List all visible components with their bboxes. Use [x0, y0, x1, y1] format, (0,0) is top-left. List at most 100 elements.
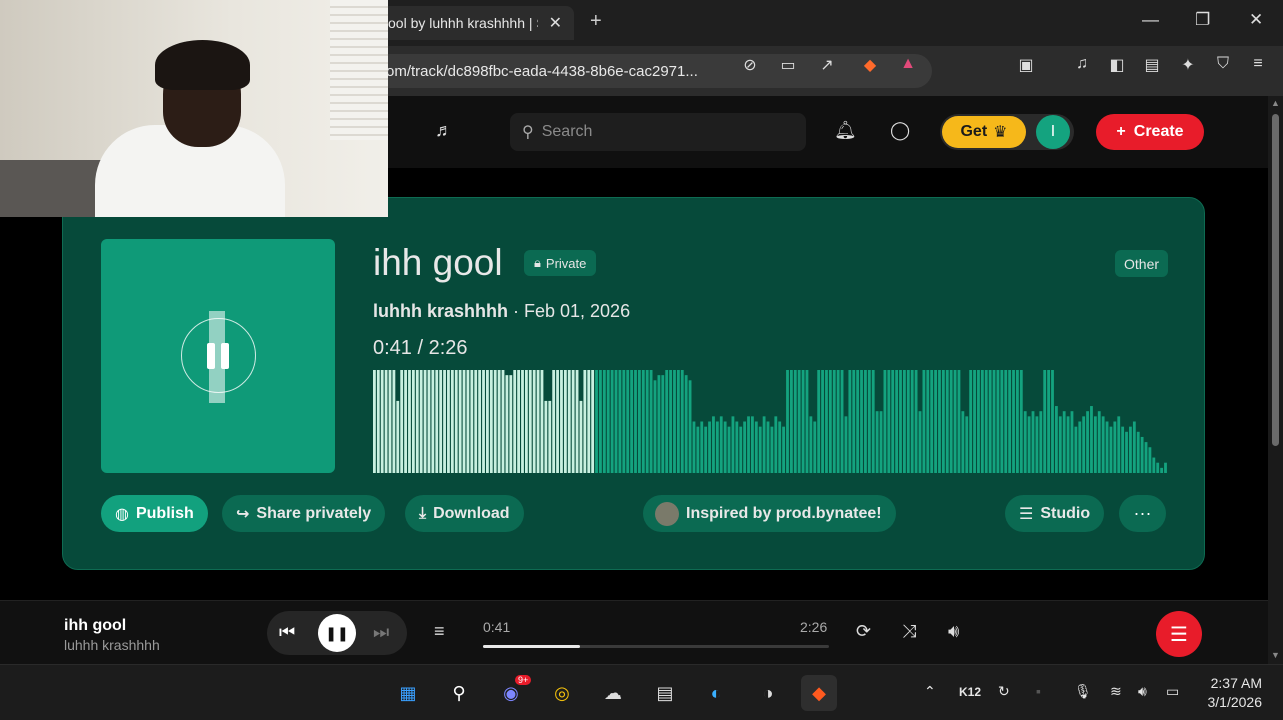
- waveform-bar[interactable]: [934, 370, 937, 473]
- waveform-bar[interactable]: [1113, 421, 1117, 474]
- waveform-bar[interactable]: [867, 370, 871, 473]
- start-windows-icon[interactable]: ▦: [390, 675, 426, 711]
- waveform-bar[interactable]: [992, 370, 996, 473]
- waveform-bar[interactable]: [774, 416, 778, 473]
- tray-app-icon[interactable]: ▪: [1036, 683, 1041, 699]
- waveform-bar[interactable]: [1097, 411, 1101, 473]
- wallet-icon[interactable]: ▤: [1140, 55, 1164, 75]
- waveform-bar[interactable]: [1144, 442, 1148, 473]
- waveform-bar[interactable]: [622, 370, 626, 473]
- waveform-bar[interactable]: [680, 370, 684, 473]
- waveform-bar[interactable]: [801, 370, 805, 473]
- download-button[interactable]: ⤓ Download: [405, 495, 524, 532]
- volume-icon[interactable]: 🔊︎: [948, 621, 959, 642]
- waveform-bar[interactable]: [906, 370, 910, 473]
- waveform-bar[interactable]: [1132, 421, 1136, 474]
- tab-close-icon[interactable]: ✕: [549, 13, 562, 33]
- waveform-bar[interactable]: [583, 370, 587, 473]
- waveform-bar[interactable]: [1023, 411, 1027, 473]
- waveform-bar[interactable]: [844, 416, 848, 473]
- waveform-bar[interactable]: [462, 370, 466, 473]
- waveform-bar[interactable]: [704, 426, 708, 473]
- waveform-bar[interactable]: [509, 375, 513, 473]
- more-options-button[interactable]: ···: [1119, 495, 1166, 532]
- waveform-bar[interactable]: [914, 370, 918, 473]
- waveform-bar[interactable]: [980, 370, 984, 473]
- waveform-bar[interactable]: [595, 370, 598, 473]
- waveform-bar[interactable]: [392, 370, 396, 473]
- waveform-bar[interactable]: [715, 421, 719, 474]
- waveform-bar[interactable]: [871, 370, 875, 473]
- waveform-bar[interactable]: [692, 421, 696, 474]
- waveform-bar[interactable]: [797, 370, 801, 473]
- waveform-bar[interactable]: [532, 370, 536, 473]
- waveform-bar[interactable]: [766, 421, 770, 474]
- waveform-bar[interactable]: [641, 370, 645, 473]
- waveform-bar[interactable]: [1160, 467, 1164, 473]
- waveform-bar[interactable]: [1043, 370, 1047, 473]
- share-privately-button[interactable]: ↪ Share privately: [222, 495, 386, 532]
- waveform-bar[interactable]: [922, 370, 926, 473]
- terms-of-use-app-icon[interactable]: ▤: [647, 675, 683, 711]
- brave-rewards-icon[interactable]: ▲: [896, 55, 920, 73]
- waveform-bar[interactable]: [860, 370, 863, 473]
- waveform-bar[interactable]: [427, 370, 431, 473]
- pause-button[interactable]: ❚❚: [318, 614, 356, 652]
- waveform-bar[interactable]: [1093, 416, 1097, 473]
- waveform-bar[interactable]: [988, 370, 992, 473]
- waveform-bar[interactable]: [727, 426, 731, 473]
- waveform-bar[interactable]: [447, 370, 450, 473]
- waveform-bar[interactable]: [579, 400, 583, 473]
- waveform-bar[interactable]: [895, 370, 899, 473]
- waveform-bar[interactable]: [560, 370, 563, 473]
- waveform-bar[interactable]: [864, 370, 867, 473]
- new-tab-button[interactable]: +: [590, 10, 602, 33]
- waveform-bar[interactable]: [552, 370, 556, 473]
- waveform-bar[interactable]: [478, 370, 482, 473]
- waveform-bar[interactable]: [684, 375, 688, 473]
- waveform-bar[interactable]: [575, 370, 579, 473]
- waveform-bar[interactable]: [977, 370, 980, 473]
- waveform-bar[interactable]: [941, 370, 945, 473]
- waveform-bar[interactable]: [556, 370, 559, 473]
- waveform-bar[interactable]: [930, 370, 934, 473]
- waveform-bar[interactable]: [1074, 426, 1078, 473]
- waveform-bar[interactable]: [669, 370, 672, 473]
- waveform-bar[interactable]: [423, 370, 427, 473]
- waveform-bar[interactable]: [1019, 370, 1023, 473]
- pause-icon[interactable]: [207, 343, 229, 369]
- obs-icon[interactable]: ◑: [750, 675, 786, 711]
- waveform-bar[interactable]: [1058, 416, 1062, 473]
- page-scrollbar[interactable]: ▲ ▼: [1268, 96, 1283, 664]
- waveform-bar[interactable]: [1016, 370, 1019, 473]
- waveform-bar[interactable]: [497, 370, 501, 473]
- waveform-bar[interactable]: [614, 370, 618, 473]
- waveform-bar[interactable]: [758, 426, 762, 473]
- waveform-bar[interactable]: [910, 370, 914, 473]
- waveform-bar[interactable]: [384, 370, 388, 473]
- waveform-bar[interactable]: [408, 370, 411, 473]
- waveform-bar[interactable]: [961, 411, 965, 473]
- waveform-bar[interactable]: [524, 370, 528, 473]
- waveform-bar[interactable]: [419, 370, 423, 473]
- waveform-bar[interactable]: [1156, 462, 1160, 473]
- waveform-bar[interactable]: [415, 370, 419, 473]
- waveform-bar[interactable]: [778, 421, 782, 474]
- waveform-bar[interactable]: [723, 421, 727, 474]
- waveform-bar[interactable]: [1109, 426, 1113, 473]
- leo-ai-icon[interactable]: ✦: [1176, 55, 1200, 75]
- create-button[interactable]: + Create: [1096, 114, 1204, 150]
- waveform-bar[interactable]: [1054, 406, 1058, 473]
- waveform-bar[interactable]: [657, 375, 661, 473]
- waveform-bar[interactable]: [1140, 436, 1144, 473]
- waveform-bar[interactable]: [638, 370, 641, 473]
- sidebar-icon[interactable]: ◧: [1105, 55, 1129, 75]
- taskbar-search-icon[interactable]: ⚲: [441, 675, 477, 711]
- scroll-up-arrow-icon[interactable]: ▲: [1271, 98, 1280, 108]
- waveform-bar[interactable]: [1082, 416, 1086, 473]
- waveform-bar[interactable]: [1027, 416, 1031, 473]
- artist-link[interactable]: luhhh krashhhh: [373, 301, 508, 321]
- waveform-bar[interactable]: [852, 370, 856, 473]
- waveform-bar[interactable]: [536, 370, 540, 473]
- waveform-bar[interactable]: [439, 370, 443, 473]
